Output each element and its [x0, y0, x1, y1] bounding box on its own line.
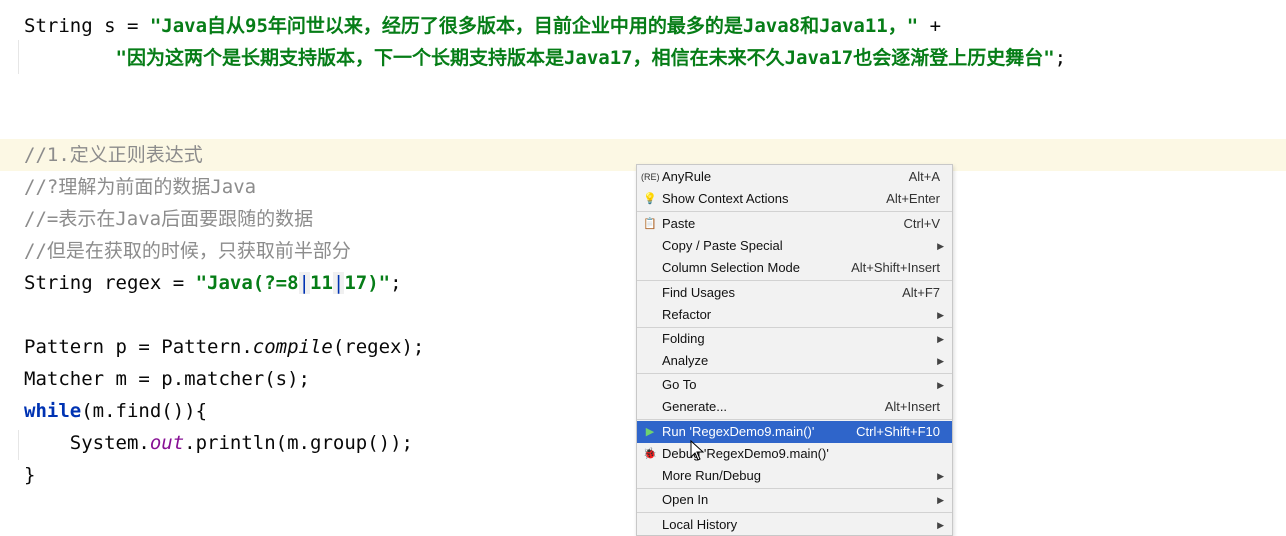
code-line-regex[interactable]: String regex = "Java(?=8|11|17)"; [24, 267, 402, 299]
submenu-arrow-icon: ▶ [937, 241, 944, 251]
string-literal: "Java自从95年问世以来，经历了很多版本，目前企业中用的最多的是Java8和… [149, 15, 919, 37]
keyword: while [24, 400, 82, 422]
menu-item-anyrule[interactable]: (RE) AnyRule Alt+A [637, 166, 952, 188]
submenu-arrow-icon: ▶ [937, 520, 944, 530]
regex-icon: (RE) [641, 172, 660, 182]
code-line-string-s[interactable]: String s = "Java自从95年问世以来，经历了很多版本，目前企业中用… [24, 10, 941, 42]
menu-item-label: Paste [662, 216, 696, 231]
context-menu: (RE) AnyRule Alt+A 💡 Show Context Action… [636, 164, 953, 536]
menu-item-label: AnyRule [662, 169, 712, 184]
menu-item-label: Copy / Paste Special [662, 238, 783, 253]
submenu-arrow-icon: ▶ [937, 471, 944, 481]
code-text: .println(m.group()); [184, 432, 413, 454]
menu-item-label: Column Selection Mode [662, 260, 801, 275]
menu-shortcut: Ctrl+Shift+F10 [856, 424, 940, 439]
code-text: ; [390, 272, 402, 294]
menu-item-debug[interactable]: 🐞 Debug 'RegexDemo9.main()' [637, 443, 952, 465]
menu-item-paste[interactable]: 📋 Paste Ctrl+V [637, 213, 952, 235]
menu-item-copy-paste-special[interactable]: Copy / Paste Special ▶ [637, 235, 952, 257]
code-line-println[interactable]: System.out.println(m.group()); [24, 427, 413, 459]
menu-item-label: Refactor [662, 307, 712, 322]
menu-item-find-usages[interactable]: Find Usages Alt+F7 [637, 282, 952, 304]
menu-item-folding[interactable]: Folding ▶ [637, 328, 952, 350]
submenu-arrow-icon: ▶ [937, 334, 944, 344]
submenu-arrow-icon: ▶ [937, 380, 944, 390]
menu-item-run[interactable]: ▶ Run 'RegexDemo9.main()' Ctrl+Shift+F10 [637, 421, 952, 443]
comment-line[interactable]: //=表示在Java后面要跟随的数据 [24, 203, 313, 235]
regex-literal: "Java(?=8 [195, 272, 299, 294]
menu-shortcut: Alt+Enter [886, 191, 940, 206]
lightbulb-icon: 💡 [643, 193, 657, 205]
string-literal: "因为这两个是长期支持版本，下一个长期支持版本是Java17，相信在未来不久Ja… [115, 47, 1055, 69]
submenu-arrow-icon: ▶ [937, 310, 944, 320]
code-text: ; [1054, 47, 1067, 69]
menu-separator [637, 419, 952, 420]
menu-item-label: Analyze [662, 353, 709, 368]
code-line-matcher[interactable]: Matcher m = p.matcher(s); [24, 363, 310, 395]
menu-item-generate[interactable]: Generate... Alt+Insert [637, 396, 952, 418]
menu-item-show-context-actions[interactable]: 💡 Show Context Actions Alt+Enter [637, 188, 952, 210]
menu-separator [637, 512, 952, 513]
comment-line[interactable]: //但是在获取的时候，只获取前半部分 [24, 235, 351, 267]
regex-literal: 11 [310, 272, 333, 294]
code-text: Pattern p = Pattern. [24, 336, 253, 358]
mouse-cursor-icon [690, 440, 705, 461]
menu-shortcut: Ctrl+V [903, 216, 940, 231]
submenu-arrow-icon: ▶ [937, 356, 944, 366]
menu-item-label: Go To [662, 377, 697, 392]
menu-item-local-history[interactable]: Local History ▶ [637, 514, 952, 535]
menu-item-label: More Run/Debug [662, 468, 761, 483]
code-text: (m.find()){ [81, 400, 208, 422]
menu-shortcut: Alt+Insert [884, 399, 940, 414]
code-line-while[interactable]: while(m.find()){ [24, 395, 207, 427]
menu-shortcut: Alt+A [908, 169, 940, 184]
menu-shortcut: Alt+F7 [902, 285, 940, 300]
menu-item-label: Find Usages [662, 285, 735, 300]
comment-line[interactable]: //?理解为前面的数据Java [24, 171, 256, 203]
code-text: String s = [24, 15, 150, 37]
menu-separator [637, 280, 952, 281]
code-text: String regex = [24, 272, 196, 294]
menu-item-label: Generate... [662, 399, 728, 414]
menu-item-refactor[interactable]: Refactor ▶ [637, 304, 952, 326]
static-field: out [149, 432, 185, 454]
indent-guide [18, 40, 19, 74]
menu-item-label: Folding [662, 331, 705, 346]
code-text: System. [24, 432, 150, 454]
bug-icon: 🐞 [643, 448, 657, 460]
menu-item-go-to[interactable]: Go To ▶ [637, 374, 952, 396]
clipboard-icon: 📋 [643, 218, 657, 230]
menu-item-column-selection-mode[interactable]: Column Selection Mode Alt+Shift+Insert [637, 257, 952, 279]
code-line-string-continuation[interactable]: "因为这两个是长期支持版本，下一个长期支持版本是Java17，相信在未来不久Ja… [24, 42, 1067, 74]
comment-line[interactable]: //1.定义正则表达式 [24, 139, 203, 171]
menu-item-label: Open In [662, 492, 709, 507]
menu-separator [637, 211, 952, 212]
run-icon: ▶ [645, 426, 655, 438]
menu-item-label: Show Context Actions [662, 191, 789, 206]
code-text: (regex); [332, 336, 425, 358]
menu-item-more-run-debug[interactable]: More Run/Debug ▶ [637, 465, 952, 487]
menu-item-label: Local History [662, 517, 738, 532]
code-text: + [918, 15, 942, 37]
method-name: compile [252, 336, 333, 358]
code-line-close-brace[interactable]: } [24, 459, 35, 491]
menu-item-open-in[interactable]: Open In ▶ [637, 489, 952, 511]
menu-item-label: Run 'RegexDemo9.main()' [662, 424, 815, 439]
regex-literal: 17)" [344, 272, 391, 294]
menu-item-analyze[interactable]: Analyze ▶ [637, 350, 952, 372]
menu-item-label: Debug 'RegexDemo9.main()' [662, 446, 829, 461]
regex-pipe: | [298, 272, 310, 294]
code-line-pattern[interactable]: Pattern p = Pattern.compile(regex); [24, 331, 424, 363]
indent-guide [18, 430, 19, 460]
regex-pipe: | [332, 272, 345, 294]
submenu-arrow-icon: ▶ [937, 495, 944, 505]
menu-shortcut: Alt+Shift+Insert [851, 260, 940, 275]
